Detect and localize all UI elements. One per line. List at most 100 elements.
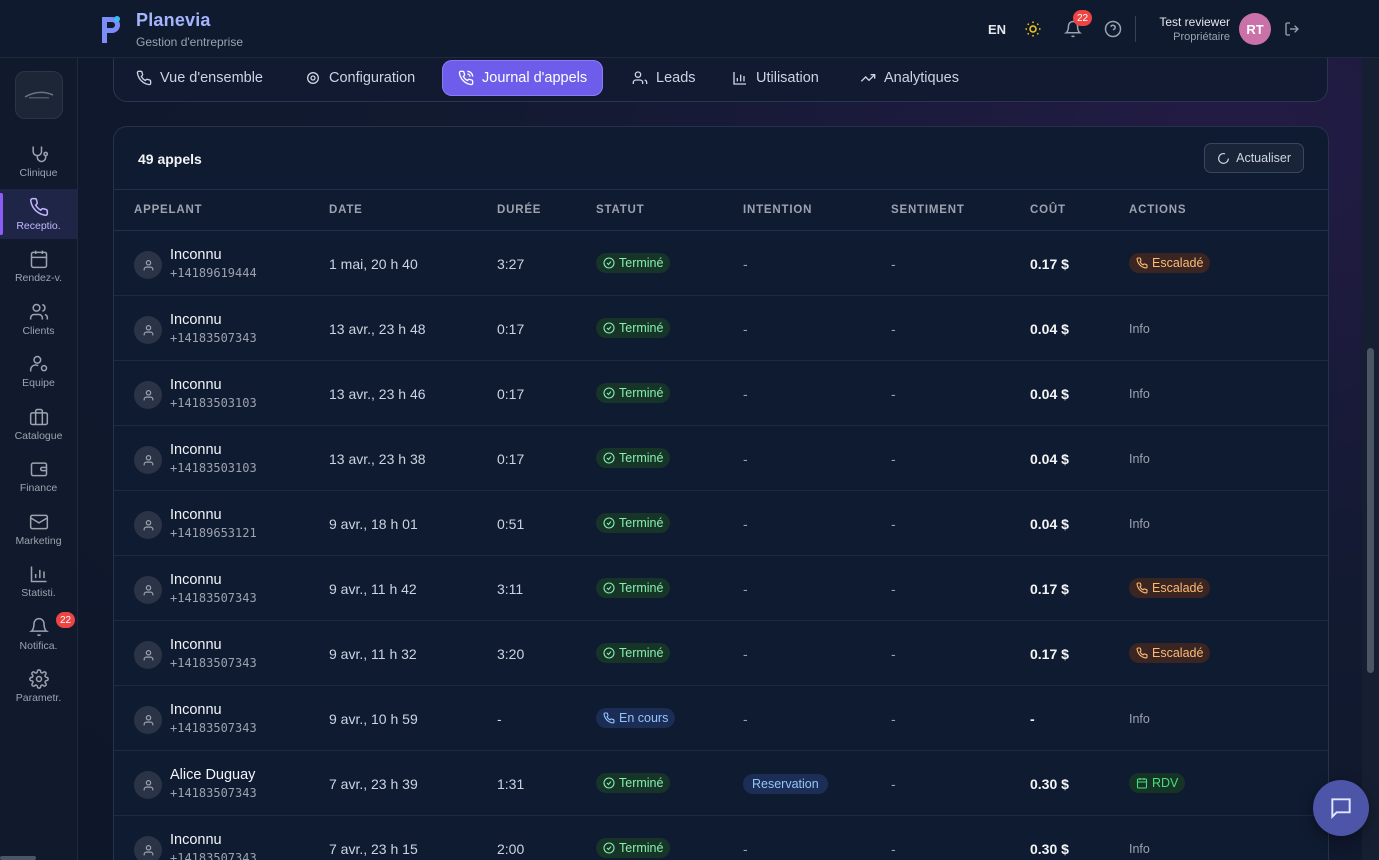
info-action[interactable]: Info bbox=[1129, 712, 1150, 726]
info-action[interactable]: Info bbox=[1129, 517, 1150, 531]
refresh-button[interactable]: Actualiser bbox=[1204, 143, 1304, 173]
intention-cell: - bbox=[743, 841, 748, 857]
table-row[interactable]: Alice Duguay +14183507343 7 avr., 23 h 39 1… bbox=[114, 751, 1328, 816]
caller-phone: +14183507343 bbox=[170, 851, 257, 860]
table-row[interactable]: Inconnu +14183507343 13 avr., 23 h 48 0:17 T… bbox=[114, 296, 1328, 361]
sidebar-item-receptio[interactable]: Receptio. bbox=[0, 189, 77, 239]
refresh-label: Actualiser bbox=[1236, 151, 1291, 165]
check-circle-icon bbox=[603, 387, 615, 399]
escalated-badge[interactable]: Escaladé bbox=[1129, 578, 1211, 598]
sidebar-item-clinique[interactable]: Clinique bbox=[0, 136, 77, 186]
sentiment-cell: - bbox=[891, 256, 896, 272]
column-header: DATE bbox=[329, 204, 363, 216]
info-action[interactable]: Info bbox=[1129, 452, 1150, 466]
top-header: Planevia Gestion d'entreprise EN 22 Test… bbox=[0, 0, 1379, 58]
info-action[interactable]: Info bbox=[1129, 842, 1150, 856]
scrollbar-thumb[interactable] bbox=[1367, 348, 1374, 673]
sidebar-item-statistiques[interactable]: Statisti. bbox=[0, 556, 77, 606]
escalated-badge[interactable]: Escaladé bbox=[1129, 643, 1211, 663]
call-duration: 3:20 bbox=[497, 646, 525, 662]
call-date: 13 avr., 23 h 38 bbox=[329, 451, 426, 467]
info-action[interactable]: Info bbox=[1129, 322, 1150, 336]
sidebar-item-marketing[interactable]: Marketing bbox=[0, 504, 77, 554]
table-row[interactable]: Inconnu +14183503103 13 avr., 23 h 46 0:17 T… bbox=[114, 361, 1328, 426]
table-row[interactable]: Inconnu +14183507343 9 avr., 10 h 59 - En co… bbox=[114, 686, 1328, 751]
call-date: 9 avr., 10 h 59 bbox=[329, 711, 418, 727]
table-row[interactable]: Inconnu +14183507343 7 avr., 23 h 15 2:00 Te… bbox=[114, 816, 1328, 860]
logout-icon[interactable] bbox=[1284, 21, 1300, 37]
sidebar-item-rendez-vous[interactable]: Rendez-v. bbox=[0, 241, 77, 291]
sidebar-item-equipe[interactable]: Equipe bbox=[0, 346, 77, 396]
help-icon[interactable] bbox=[1104, 20, 1122, 38]
chat-button[interactable] bbox=[1313, 780, 1369, 836]
tab-label: Leads bbox=[656, 70, 696, 86]
call-duration: 0:17 bbox=[497, 451, 525, 467]
caller-avatar bbox=[134, 316, 162, 344]
caller-name: Alice Duguay bbox=[170, 767, 256, 783]
tab-utilisation[interactable]: Utilisation bbox=[716, 60, 835, 96]
sidebar-item-label: Parametr. bbox=[15, 691, 62, 704]
status-badge: Terminé bbox=[596, 383, 671, 403]
check-circle-icon bbox=[603, 322, 615, 334]
sidebar-item-label: Notifica. bbox=[19, 639, 58, 652]
avatar[interactable]: RT bbox=[1239, 13, 1271, 45]
column-header: ACTIONS bbox=[1129, 204, 1187, 216]
caller-name: Inconnu bbox=[170, 507, 222, 523]
sidebar-item-finance[interactable]: Finance bbox=[0, 451, 77, 501]
sidebar-item-clients[interactable]: Clients bbox=[0, 294, 77, 344]
header-divider bbox=[1135, 16, 1136, 42]
phone-forward-icon bbox=[1136, 257, 1148, 269]
sentiment-cell: - bbox=[891, 841, 896, 857]
call-cost: 0.04 $ bbox=[1030, 516, 1069, 532]
table-row[interactable]: Inconnu +14183507343 9 avr., 11 h 32 3:20 Te… bbox=[114, 621, 1328, 686]
column-header: STATUT bbox=[596, 204, 645, 216]
sidebar: Clinique Receptio. Rendez-v. Clients Equ… bbox=[0, 58, 78, 860]
sidebar-item-catalogue[interactable]: Catalogue bbox=[0, 399, 77, 449]
language-toggle[interactable]: EN bbox=[988, 22, 1006, 37]
call-cost: 0.17 $ bbox=[1030, 646, 1069, 662]
table-row[interactable]: Inconnu +14189653121 9 avr., 18 h 01 0:51 Te… bbox=[114, 491, 1328, 556]
user-icon bbox=[143, 714, 153, 725]
page-scrollbar[interactable] bbox=[1362, 58, 1379, 860]
action-label: Escaladé bbox=[1152, 256, 1204, 270]
caller-phone: +14183507343 bbox=[170, 656, 257, 670]
table-row[interactable]: Inconnu +14189619444 1 mai, 20 h 40 3:27 Ter… bbox=[114, 231, 1328, 296]
call-cost: 0.17 $ bbox=[1030, 581, 1069, 597]
sidebar-item-parametres[interactable]: Parametr. bbox=[0, 661, 77, 711]
stethoscope-icon bbox=[31, 146, 48, 162]
organization-logo[interactable] bbox=[15, 71, 63, 119]
escalated-badge[interactable]: Escaladé bbox=[1129, 253, 1211, 273]
call-date: 13 avr., 23 h 48 bbox=[329, 321, 426, 337]
status-badge: Terminé bbox=[596, 578, 671, 598]
intention-cell: - bbox=[743, 516, 748, 532]
status-label: Terminé bbox=[619, 256, 664, 270]
intention-cell: - bbox=[743, 711, 748, 727]
user-icon bbox=[143, 519, 153, 530]
caller-name: Inconnu bbox=[170, 442, 222, 458]
caller-phone: +14183503103 bbox=[170, 396, 257, 410]
tab-analytiques[interactable]: Analytiques bbox=[844, 60, 975, 96]
table-row[interactable]: Inconnu +14183507343 9 avr., 11 h 42 3:11 Te… bbox=[114, 556, 1328, 621]
sun-icon[interactable] bbox=[1024, 20, 1042, 38]
user-icon bbox=[143, 324, 153, 335]
table-row[interactable]: Inconnu +14183503103 13 avr., 23 h 38 0:17 T… bbox=[114, 426, 1328, 491]
info-action[interactable]: Info bbox=[1129, 387, 1150, 401]
intention-cell: - bbox=[743, 581, 748, 597]
caller-name: Inconnu bbox=[170, 312, 222, 328]
call-duration: 3:27 bbox=[497, 256, 525, 272]
sentiment-cell: - bbox=[891, 386, 896, 402]
caller-phone: +14183503103 bbox=[170, 461, 257, 475]
sidebar-scrollbar[interactable] bbox=[0, 856, 36, 860]
status-label: Terminé bbox=[619, 321, 664, 335]
user-cog-icon bbox=[29, 355, 47, 371]
tab-configuration[interactable]: Configuration bbox=[289, 60, 431, 96]
call-cost: 0.04 $ bbox=[1030, 386, 1069, 402]
sidebar-item-label: Equipe bbox=[22, 376, 55, 389]
call-date: 9 avr., 18 h 01 bbox=[329, 516, 418, 532]
tab-call-log[interactable]: Journal d'appels bbox=[442, 60, 604, 96]
brand[interactable]: Planevia Gestion d'entreprise bbox=[96, 10, 243, 49]
refresh-icon bbox=[1218, 152, 1230, 164]
tab-leads[interactable]: Leads bbox=[616, 60, 712, 96]
rdv-badge[interactable]: RDV bbox=[1129, 773, 1186, 793]
tab-overview[interactable]: Vue d'ensemble bbox=[120, 60, 279, 96]
